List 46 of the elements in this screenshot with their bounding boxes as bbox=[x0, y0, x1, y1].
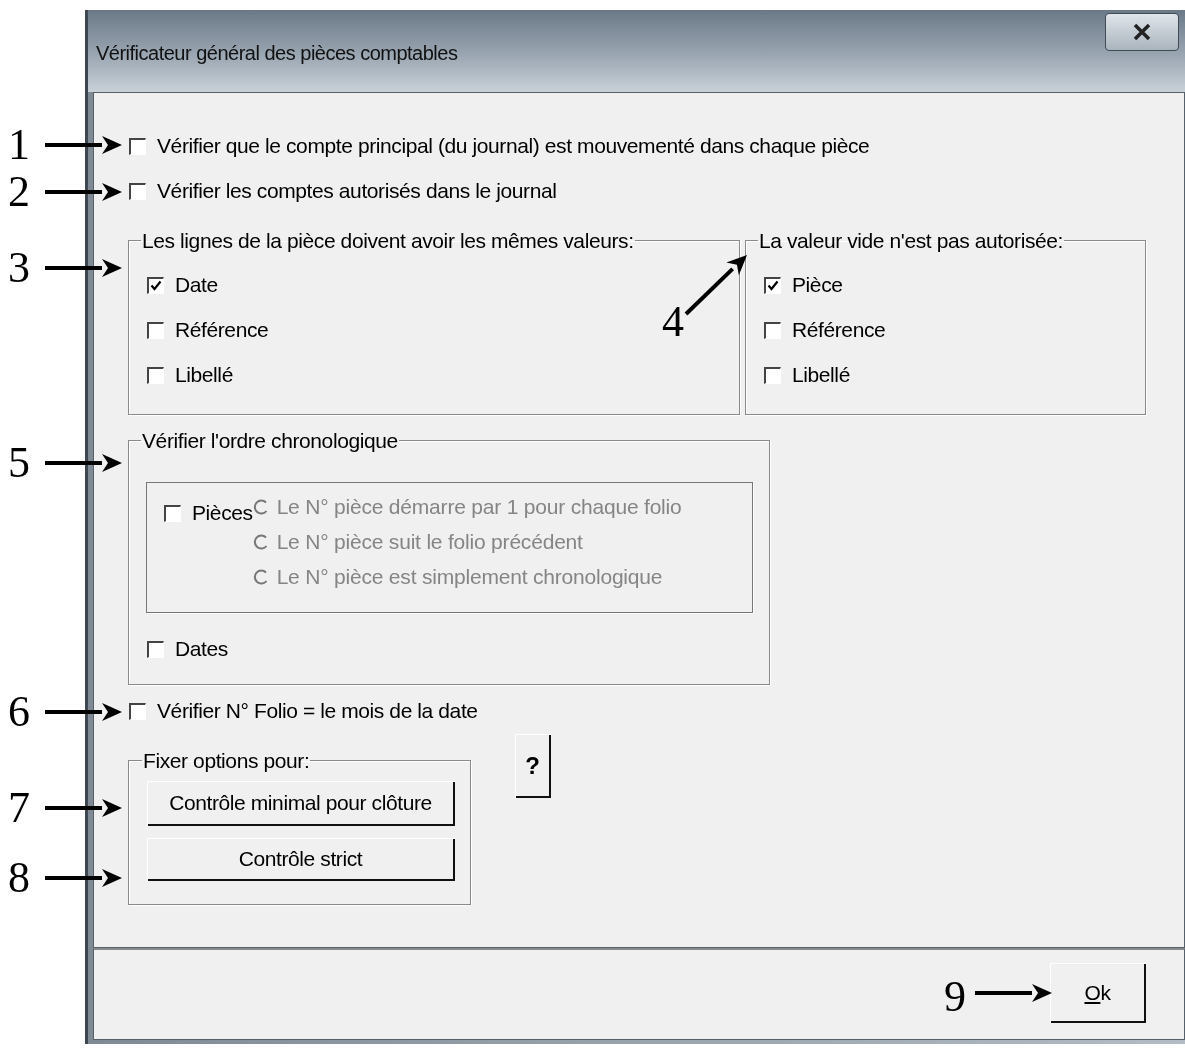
preset-button[interactable]: Contrôle strict bbox=[147, 838, 455, 881]
callout-number: 8 bbox=[8, 856, 30, 900]
checkbox[interactable] bbox=[764, 276, 781, 294]
option-label: Pièce bbox=[792, 273, 843, 297]
close-icon bbox=[1132, 23, 1152, 41]
option-label: Référence bbox=[792, 318, 886, 342]
checkbox[interactable] bbox=[147, 366, 164, 384]
checkbox[interactable] bbox=[147, 640, 164, 658]
checkbox[interactable] bbox=[147, 321, 164, 339]
option-label: Dates bbox=[175, 637, 228, 661]
help-button[interactable]: ? bbox=[515, 734, 551, 798]
checkbox[interactable] bbox=[129, 137, 146, 155]
callout-number: 1 bbox=[8, 123, 30, 167]
ok-button[interactable]: Ok bbox=[1050, 963, 1146, 1023]
checkbox[interactable] bbox=[129, 182, 146, 200]
checkbox[interactable] bbox=[764, 366, 781, 384]
group-title: Les lignes de la pièce doivent avoir les mêmes valeurs: bbox=[141, 228, 635, 253]
option-label: Libellé bbox=[792, 363, 850, 387]
option-label: Vérifier N° Folio = le mois de la date bbox=[157, 699, 478, 723]
option-label: Référence bbox=[175, 318, 269, 342]
option-label: Libellé bbox=[175, 363, 233, 387]
option-label: Le N° pièce suit le folio précédent bbox=[276, 530, 583, 554]
group-title: Vérifier l'ordre chronologique bbox=[141, 428, 399, 453]
callout-number: 9 bbox=[944, 975, 966, 1019]
preset-button[interactable]: Contrôle minimal pour clôture bbox=[147, 781, 455, 826]
option-label: Date bbox=[175, 273, 218, 297]
option-label: Vérifier les comptes autorisés dans le journal bbox=[157, 179, 557, 203]
checkbox[interactable] bbox=[147, 276, 164, 294]
option-label: Vérifier que le compte principal (du journal) est mouvementé dans chaque pièce bbox=[157, 134, 870, 158]
group-title: La valeur vide n'est pas autorisée: bbox=[758, 228, 1065, 253]
group-title: Fixer options pour: bbox=[142, 748, 311, 773]
checkbox[interactable] bbox=[164, 504, 181, 522]
checkbox[interactable] bbox=[764, 321, 781, 339]
window-title: Vérificateur général des pièces comptables bbox=[96, 42, 458, 64]
callout-number: 5 bbox=[8, 441, 30, 485]
close-button[interactable] bbox=[1105, 13, 1179, 51]
checkbox[interactable] bbox=[129, 702, 146, 720]
callout-number: 4 bbox=[662, 300, 684, 344]
callout-number: 3 bbox=[8, 246, 30, 290]
callout-arrow bbox=[684, 255, 747, 316]
option-label: Le N° pièce est simplement chronologique bbox=[276, 565, 663, 589]
callout-number: 2 bbox=[8, 170, 30, 214]
callout-number: 6 bbox=[8, 690, 30, 734]
callout-number: 7 bbox=[8, 786, 30, 830]
option-label: Pièces bbox=[192, 501, 253, 525]
option-label: Le N° pièce démarre par 1 pour chaque folio bbox=[276, 495, 682, 519]
